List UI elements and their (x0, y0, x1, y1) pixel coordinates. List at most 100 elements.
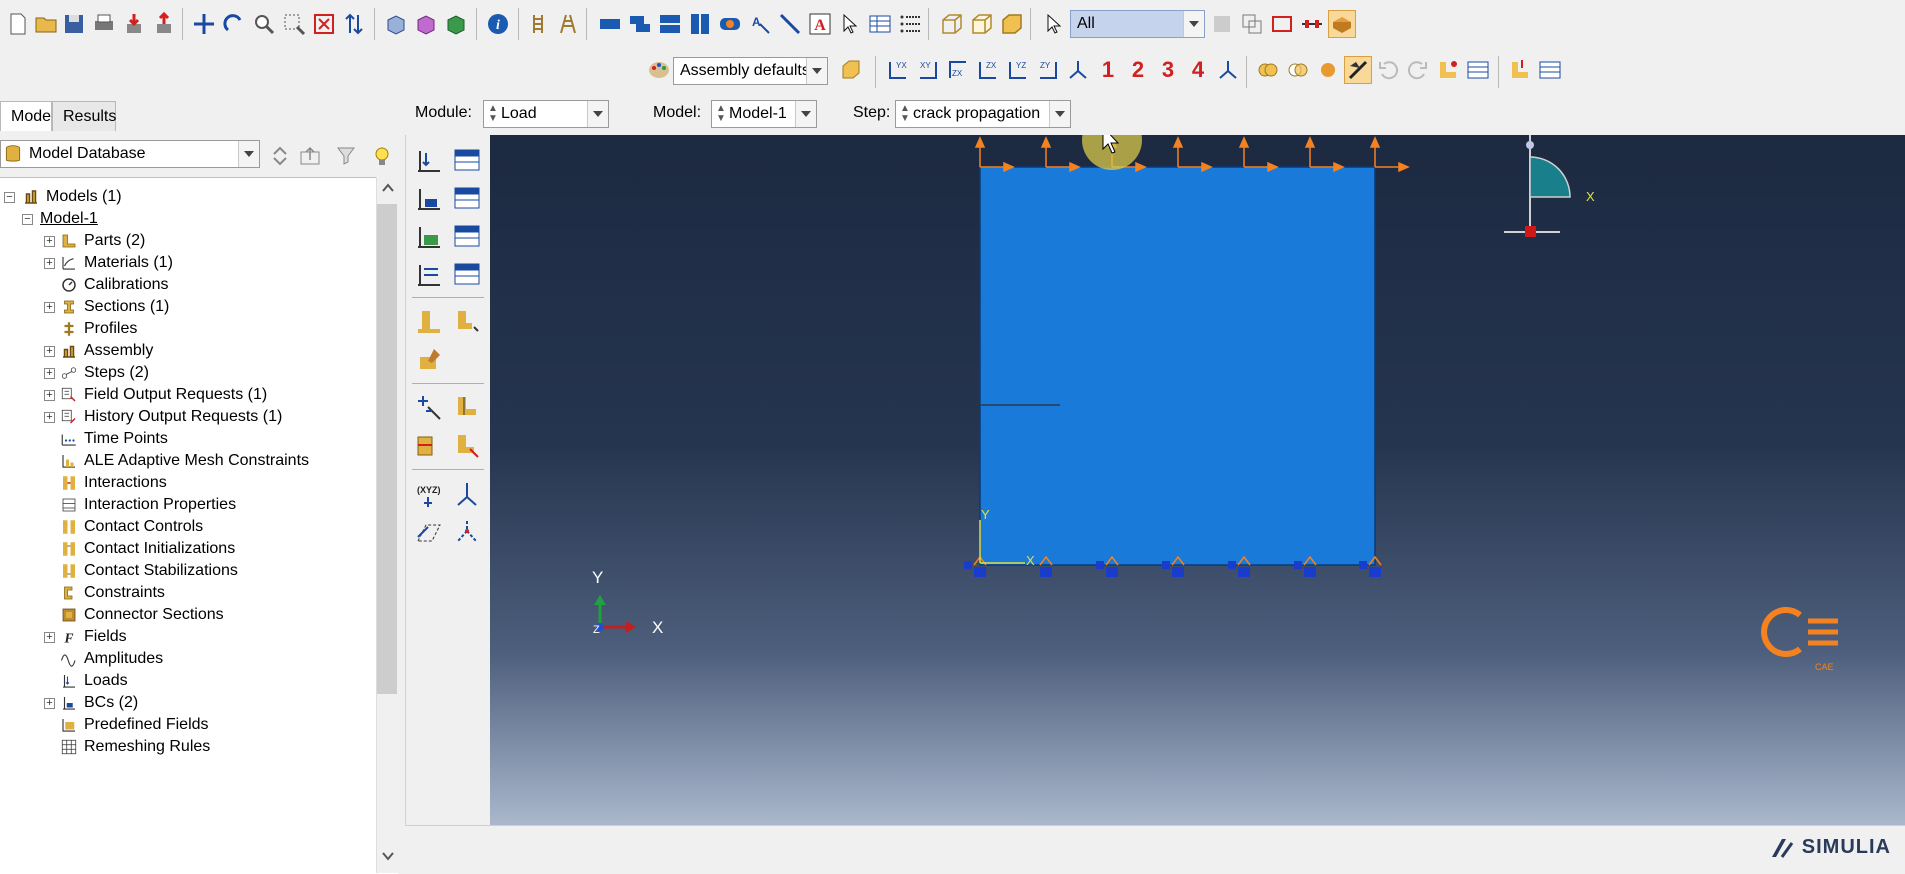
scroll-up-icon[interactable] (382, 183, 394, 193)
print-icon[interactable] (90, 10, 118, 38)
part-instance-icon[interactable] (1434, 56, 1462, 84)
expand-icon[interactable]: + (44, 698, 55, 709)
mesh-table-icon[interactable] (1536, 56, 1564, 84)
select-pointer-icon[interactable] (836, 10, 864, 38)
table-display-icon[interactable] (866, 10, 894, 38)
render-wireframe-icon[interactable] (382, 10, 410, 38)
lightbulb-icon[interactable] (368, 142, 396, 170)
annotation-arrow-text-icon[interactable]: A (746, 10, 774, 38)
partition-face-icon[interactable] (450, 391, 484, 425)
load-arrows[interactable] (974, 136, 1410, 173)
redo-icon[interactable] (1404, 56, 1432, 84)
load-case-manager-icon[interactable] (450, 257, 484, 291)
model-combo[interactable]: ▲ ▼ Model-1 (711, 100, 817, 128)
graphics-viewport[interactable]: Y X Y X Y X Z CAE (490, 135, 1905, 825)
display-cube-dropdown-icon[interactable] (832, 56, 872, 84)
create-predefined-field-icon[interactable] (412, 219, 446, 253)
expand-icon[interactable]: + (44, 412, 55, 423)
load-manager-icon[interactable] (450, 143, 484, 177)
viewport-tile-icon[interactable] (596, 10, 624, 38)
render-shaded-icon[interactable] (442, 10, 470, 38)
create-amplitude-icon[interactable] (412, 343, 446, 377)
list-display-icon[interactable] (896, 10, 924, 38)
auto-fit-icon[interactable] (310, 10, 338, 38)
bc-manager-icon[interactable] (450, 181, 484, 215)
tree-up-level-icon[interactable] (296, 142, 324, 170)
tree-scroll-thumb[interactable] (377, 204, 397, 694)
view-front-icon[interactable]: YX (884, 56, 912, 84)
viewport-cascade-icon[interactable] (626, 10, 654, 38)
link-viewports-icon[interactable] (716, 10, 744, 38)
selection-filter-combo[interactable]: All (1070, 10, 1205, 38)
render-hidden-icon[interactable] (412, 10, 440, 38)
expand-icon[interactable]: + (44, 368, 55, 379)
user-view-2-button[interactable]: 2 (1124, 56, 1152, 84)
viewport-horizontal-icon[interactable] (656, 10, 684, 38)
datum-axis-icon[interactable] (450, 477, 484, 511)
boolean-union-icon[interactable] (1254, 56, 1282, 84)
chevron-down-icon[interactable] (1049, 101, 1070, 127)
view-cube-wire-icon[interactable] (938, 10, 966, 38)
arrow-annotation-icon[interactable] (776, 10, 804, 38)
chevron-down-icon[interactable] (806, 58, 827, 84)
open-folder-icon[interactable] (32, 10, 60, 38)
save-icon[interactable] (60, 10, 88, 38)
datum-point-offset-icon[interactable] (450, 515, 484, 549)
sort-up-down-icon[interactable] (266, 142, 294, 170)
selection-nodes-icon[interactable] (1298, 10, 1326, 38)
pan-icon[interactable] (190, 10, 218, 38)
sphere-icon[interactable] (1314, 56, 1342, 84)
expand-icon[interactable]: + (44, 236, 55, 247)
boolean-intersect-icon[interactable] (1284, 56, 1312, 84)
view-right-icon[interactable]: ZY (1034, 56, 1062, 84)
expand-icon[interactable]: + (44, 346, 55, 357)
create-field-icon[interactable] (412, 305, 446, 339)
user-view-3-button[interactable]: 3 (1154, 56, 1182, 84)
step-combo[interactable]: ▲ ▼ crack propagation (895, 100, 1071, 128)
query-info-icon[interactable]: i (484, 10, 512, 38)
new-file-icon[interactable] (4, 10, 32, 38)
datum-csys-icon[interactable]: (XYZ) (412, 477, 446, 511)
partition-tool-icon[interactable] (1328, 10, 1356, 38)
ladder-tool-icon[interactable] (524, 10, 552, 38)
model-database-combo[interactable]: Model Database (0, 140, 260, 168)
export-icon[interactable] (150, 10, 178, 38)
color-palette-icon[interactable] (645, 56, 673, 84)
expand-icon[interactable]: + (44, 258, 55, 269)
scroll-down-icon[interactable] (382, 851, 394, 861)
collapse-icon[interactable]: − (4, 192, 15, 203)
partition-edge-icon[interactable] (450, 429, 484, 463)
table-tool-icon[interactable] (1464, 56, 1492, 84)
chevron-down-icon[interactable] (238, 141, 259, 167)
view-back-icon[interactable]: XY (914, 56, 942, 84)
tab-results[interactable]: Results (52, 101, 116, 131)
view-top-icon[interactable]: ZX (944, 56, 972, 84)
predefined-field-manager-icon[interactable] (450, 219, 484, 253)
create-bc-icon[interactable] (412, 181, 446, 215)
expand-icon[interactable]: + (44, 390, 55, 401)
expand-icon[interactable]: + (44, 302, 55, 313)
partition-cell-icon[interactable] (412, 429, 446, 463)
import-icon[interactable] (120, 10, 148, 38)
create-datum-point-icon[interactable] (412, 391, 446, 425)
mesh-seed-icon[interactable] (1506, 56, 1534, 84)
view-cube-outline-icon[interactable] (968, 10, 996, 38)
chevron-down-icon[interactable] (795, 101, 816, 127)
datum-tool-icon[interactable] (554, 10, 582, 38)
create-load-case-icon[interactable] (412, 257, 446, 291)
view-cube-solid-icon[interactable] (998, 10, 1026, 38)
chevron-down-icon[interactable] (1183, 11, 1204, 37)
select-in-out-icon[interactable] (1238, 10, 1266, 38)
cycle-views-icon[interactable] (340, 10, 368, 38)
view-iso-icon[interactable] (1064, 56, 1092, 84)
module-combo[interactable]: ▲ ▼ Load (483, 100, 609, 128)
zoom-icon[interactable] (250, 10, 278, 38)
tree-filter-icon[interactable] (332, 142, 360, 170)
tab-model[interactable]: Model (0, 101, 55, 131)
cut-tool-icon[interactable] (1344, 56, 1372, 84)
chevron-down-icon[interactable] (587, 101, 608, 127)
box-zoom-icon[interactable] (280, 10, 308, 38)
collapse-icon[interactable]: − (22, 214, 33, 225)
user-view-4-button[interactable]: 4 (1184, 56, 1212, 84)
field-manager-icon[interactable] (450, 305, 484, 339)
